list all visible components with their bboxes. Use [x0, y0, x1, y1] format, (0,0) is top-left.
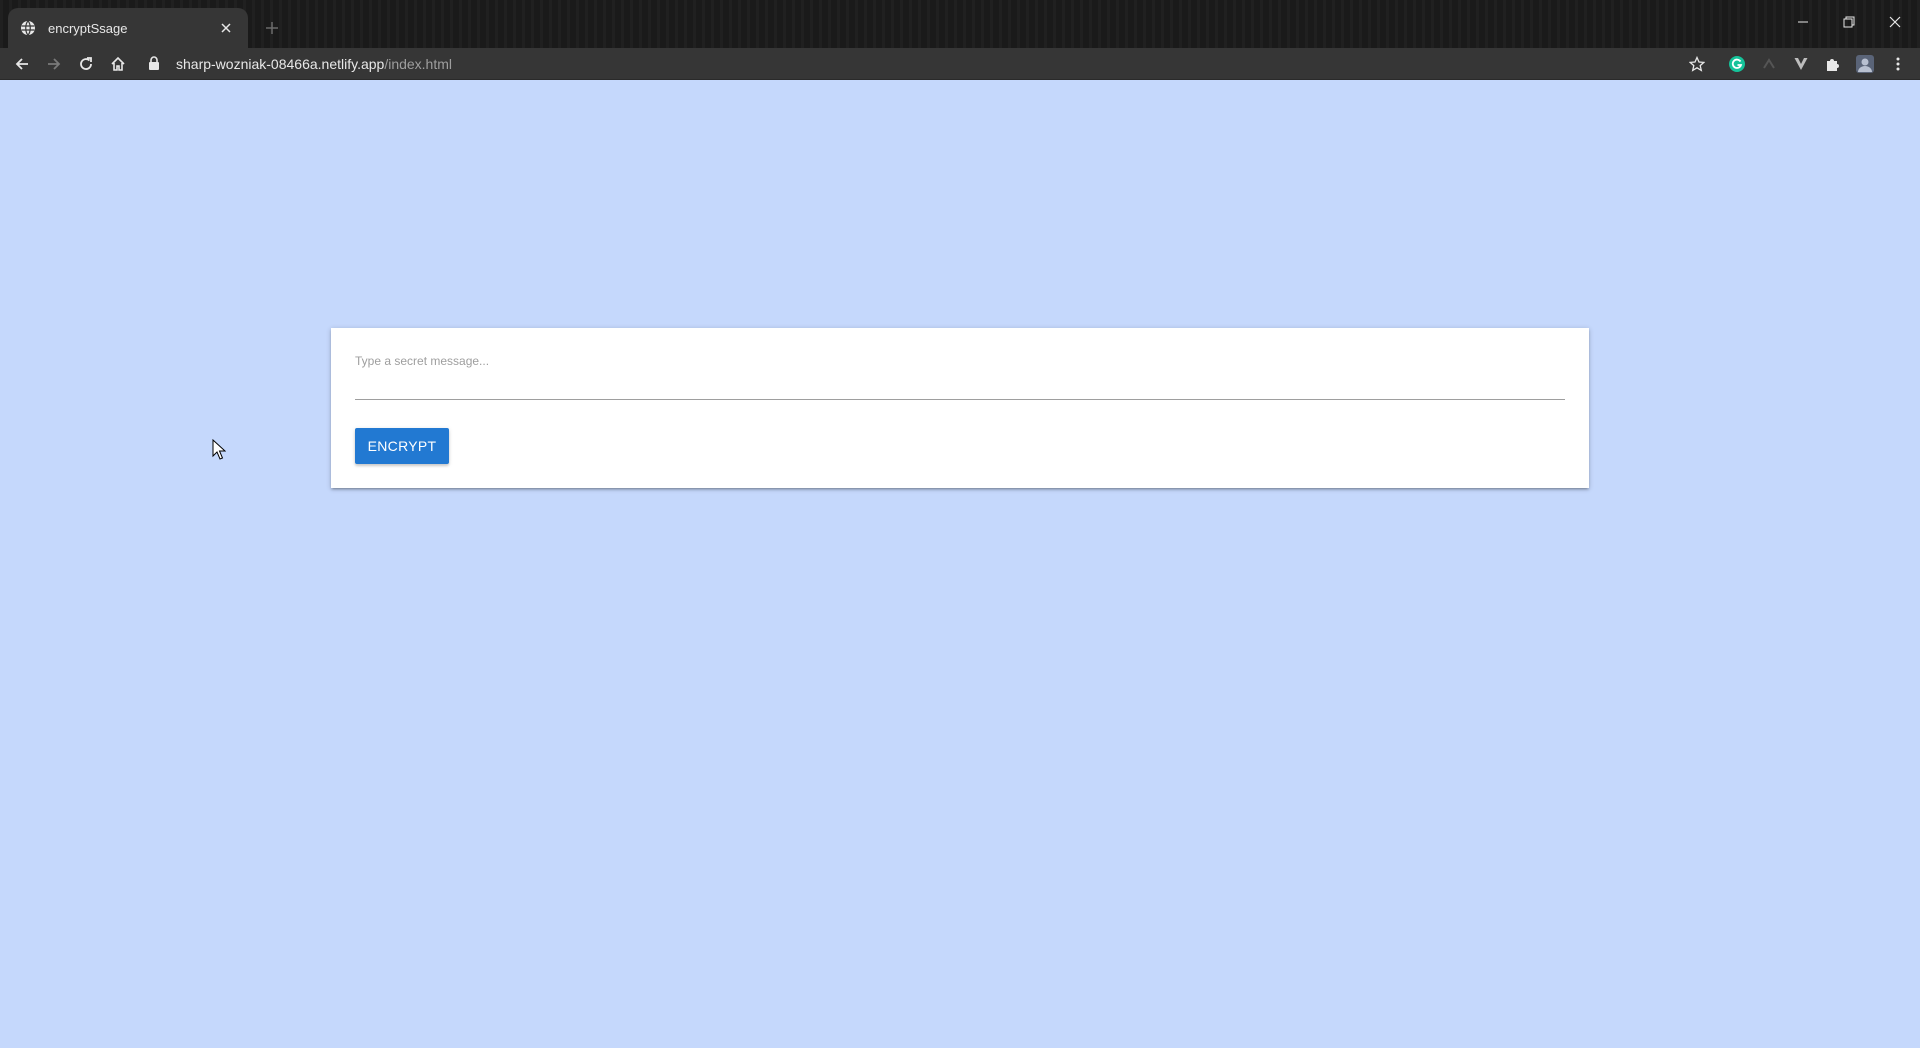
mouse-cursor-icon	[212, 439, 226, 460]
url-host: sharp-wozniak-08466a.netlify.app	[176, 56, 385, 72]
browser-menu-button[interactable]	[1884, 50, 1912, 78]
tab-title: encryptSsage	[48, 20, 128, 36]
tab-close-icon[interactable]	[216, 18, 236, 38]
globe-icon	[20, 20, 36, 36]
page-body: ENCRYPT	[0, 80, 1920, 1048]
browser-tab-active[interactable]: encryptSsage	[8, 8, 248, 48]
puzzle-extensions-icon	[1827, 59, 1839, 71]
profile-button[interactable]	[1851, 50, 1879, 78]
address-bar[interactable]: sharp-wozniak-08466a.netlify.app/index.h…	[148, 50, 1696, 78]
back-arrow-icon	[15, 58, 28, 70]
extension-icon	[1763, 58, 1775, 69]
lock-icon[interactable]	[148, 56, 164, 72]
grammarly-extension-button[interactable]	[1723, 50, 1751, 78]
new-tab-button[interactable]	[258, 14, 286, 42]
browser-titlebar: encryptSsage	[0, 0, 1920, 48]
encrypt-button[interactable]: ENCRYPT	[355, 428, 449, 464]
forward-arrow-icon	[48, 58, 61, 70]
star-icon	[1689, 56, 1705, 72]
extension-button-disabled[interactable]	[1755, 50, 1783, 78]
grammarly-extension-icon	[1729, 56, 1745, 72]
minimize-icon	[1798, 21, 1808, 23]
home-icon	[111, 56, 125, 71]
kebab-menu-icon	[1896, 57, 1900, 71]
home-button[interactable]	[104, 50, 132, 78]
forward-button[interactable]	[40, 50, 68, 78]
profile-avatar-icon	[1856, 55, 1874, 73]
secret-message-input[interactable]	[355, 348, 1565, 400]
url-path: /index.html	[384, 56, 453, 72]
extensions-button[interactable]	[1819, 50, 1847, 78]
close-window-button[interactable]	[1872, 0, 1918, 44]
vuetify-extension-button[interactable]	[1787, 50, 1815, 78]
browser-toolbar: sharp-wozniak-08466a.netlify.app/index.h…	[0, 48, 1920, 80]
restore-button[interactable]	[1826, 0, 1872, 44]
close-icon	[1889, 16, 1901, 28]
restore-icon	[1843, 16, 1855, 28]
encrypt-form-card: ENCRYPT	[331, 328, 1589, 488]
plus-icon	[266, 22, 278, 34]
reload-button[interactable]	[72, 50, 100, 78]
bookmark-button[interactable]	[1683, 50, 1711, 78]
back-button[interactable]	[8, 50, 36, 78]
reload-icon	[80, 57, 92, 70]
minimize-button[interactable]	[1780, 0, 1826, 44]
vuetify-extension-icon	[1794, 58, 1808, 70]
